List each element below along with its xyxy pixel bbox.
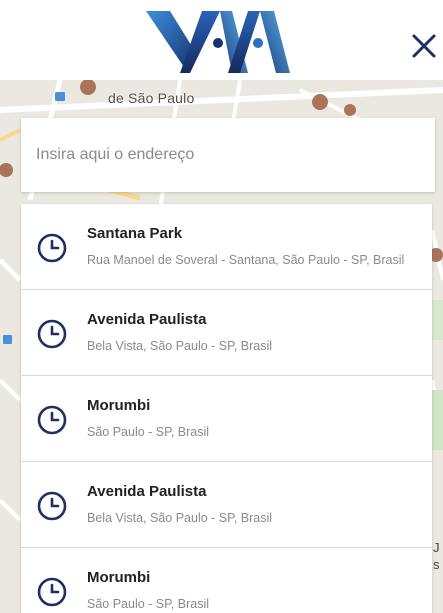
clock-icon [37, 319, 67, 349]
clock-icon [37, 491, 67, 521]
list-item-title: Santana Park [87, 225, 183, 242]
list-item[interactable]: Morumbi São Paulo - SP, Brasil [21, 548, 432, 613]
list-item[interactable]: Santana Park Rua Manoel de Soveral - San… [21, 204, 432, 290]
map-place-label: de São Paulo [108, 90, 195, 106]
list-item-title: Avenida Paulista [87, 311, 207, 328]
list-item-title: Avenida Paulista [87, 483, 207, 500]
list-item-subtitle: São Paulo - SP, Brasil [87, 425, 210, 439]
clock-icon [37, 233, 67, 263]
list-item-subtitle: São Paulo - SP, Brasil [87, 597, 210, 611]
list-item[interactable]: Avenida Paulista Bela Vista, São Paulo -… [21, 290, 432, 376]
close-icon [412, 34, 436, 58]
list-item-subtitle: Bela Vista, São Paulo - SP, Brasil [87, 339, 273, 353]
recent-addresses-list: Santana Park Rua Manoel de Soveral - San… [21, 204, 432, 613]
header [0, 0, 443, 80]
map-edge-text: s [433, 557, 440, 572]
list-item-title: Morumbi [87, 569, 151, 586]
list-item-subtitle: Bela Vista, São Paulo - SP, Brasil [87, 511, 273, 525]
yaa-logo [146, 11, 290, 73]
address-search-input[interactable] [21, 135, 416, 175]
address-search-box [21, 118, 435, 192]
close-button[interactable] [407, 29, 441, 63]
list-item[interactable]: Morumbi São Paulo - SP, Brasil [21, 376, 432, 462]
app-screen: de São Paulo J s Santana Park Rua Manoel… [0, 0, 443, 613]
clock-icon [37, 405, 67, 435]
list-item-subtitle: Rua Manoel de Soveral - Santana, São Pau… [87, 253, 405, 267]
map-edge-text: J [433, 540, 440, 555]
clock-icon [37, 577, 67, 607]
list-item-title: Morumbi [87, 397, 151, 414]
list-item[interactable]: Avenida Paulista Bela Vista, São Paulo -… [21, 462, 432, 548]
